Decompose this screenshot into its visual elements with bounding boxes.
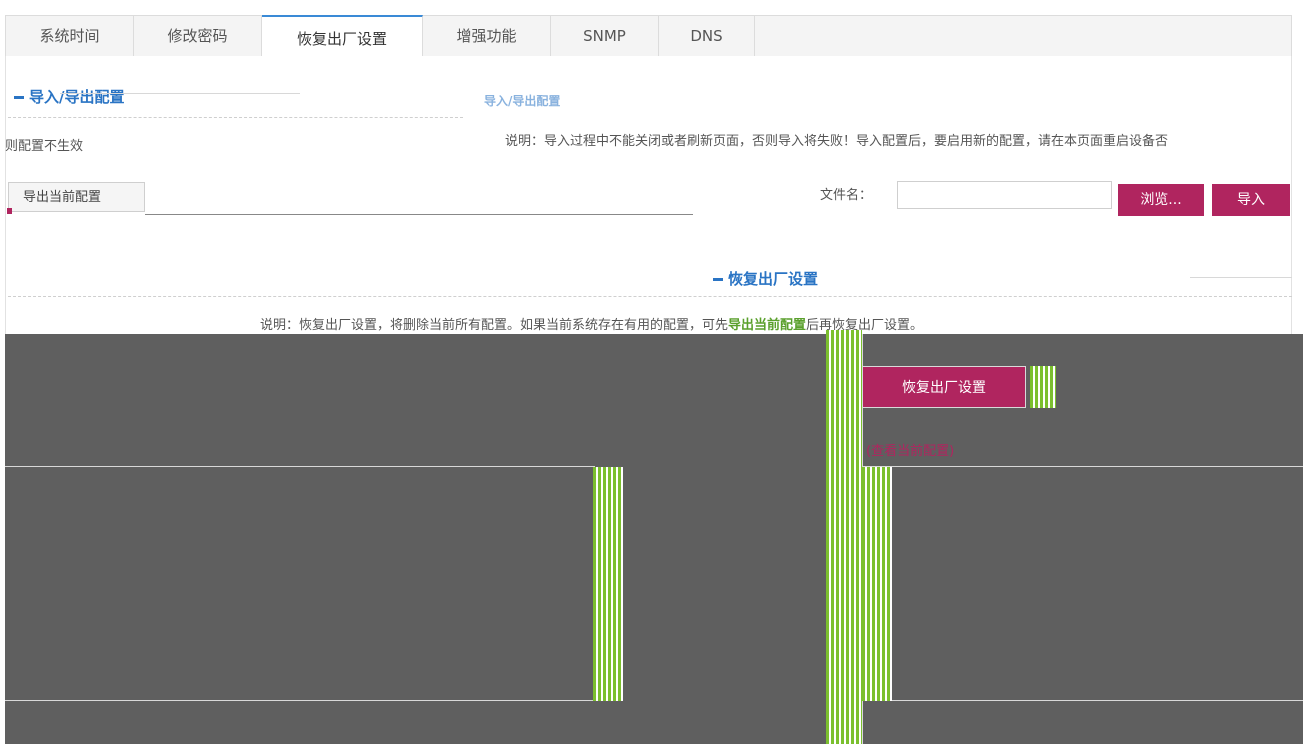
stripe-block bbox=[862, 467, 892, 701]
tab-bar: 系统时间 修改密码 恢复出厂设置 增强功能 SNMP DNS bbox=[5, 15, 1292, 57]
title-underline bbox=[1190, 277, 1292, 278]
export-config-link[interactable]: 导出当前配置 bbox=[728, 318, 806, 333]
browse-button[interactable]: 浏览... bbox=[1118, 184, 1204, 216]
tab-enhanced-features[interactable]: 增强功能 bbox=[423, 16, 551, 56]
import-note-left: 则配置不生效 bbox=[5, 139, 84, 154]
section-marker-icon bbox=[14, 96, 24, 99]
import-button[interactable]: 导入 bbox=[1212, 184, 1290, 216]
tab-dns[interactable]: DNS bbox=[659, 16, 755, 56]
file-name-input[interactable] bbox=[897, 181, 1112, 209]
file-name-label: 文件名： bbox=[820, 188, 873, 203]
stripe-column bbox=[826, 330, 862, 744]
factory-reset-desc-suffix: 后再恢复出厂设置。 bbox=[806, 318, 924, 333]
tab-system-time[interactable]: 系统时间 bbox=[6, 16, 134, 56]
factory-reset-title: 恢复出厂设置 bbox=[713, 268, 818, 289]
import-export-title-text: 导入/导出配置 bbox=[29, 88, 125, 106]
title-underline bbox=[60, 93, 300, 94]
import-export-title: 导入/导出配置 bbox=[14, 86, 124, 107]
marker bbox=[7, 208, 12, 214]
factory-reset-button[interactable]: 恢复出厂设置 bbox=[862, 366, 1026, 408]
factory-reset-desc: 说明：恢复出厂设置，将删除当前所有配置。如果当前系统存在有用的配置，可先导出当前… bbox=[260, 314, 923, 333]
export-config-button[interactable]: 导出当前配置 bbox=[8, 182, 145, 212]
divider bbox=[8, 296, 1292, 297]
section-marker-icon bbox=[713, 278, 723, 281]
overlay-line bbox=[5, 466, 595, 467]
overlay-line bbox=[862, 700, 1303, 701]
tab-factory-reset[interactable]: 恢复出厂设置 bbox=[262, 15, 423, 57]
view-config-link[interactable]: (查看当前配置) bbox=[866, 440, 954, 459]
divider bbox=[145, 214, 693, 215]
tab-change-password[interactable]: 修改密码 bbox=[134, 16, 262, 56]
stripe-block bbox=[1030, 366, 1056, 408]
factory-reset-title-text: 恢复出厂设置 bbox=[728, 270, 819, 288]
divider bbox=[8, 117, 463, 118]
import-export-title-ghost: 导入/导出配置 bbox=[484, 92, 560, 109]
import-export-title-ghost-text: 导入/导出配置 bbox=[484, 94, 561, 108]
overlay-line bbox=[862, 466, 1303, 467]
dark-overlay bbox=[5, 334, 1303, 744]
import-note: 说明：导入过程中不能关闭或者刷新页面，否则导入将失败！导入配置后，要启用新的配置… bbox=[505, 134, 1169, 149]
overlay-line bbox=[5, 700, 595, 701]
stripe-block bbox=[593, 467, 623, 701]
tab-snmp[interactable]: SNMP bbox=[551, 16, 659, 56]
factory-reset-desc-prefix: 说明：恢复出厂设置，将删除当前所有配置。如果当前系统存在有用的配置，可先 bbox=[260, 318, 729, 333]
